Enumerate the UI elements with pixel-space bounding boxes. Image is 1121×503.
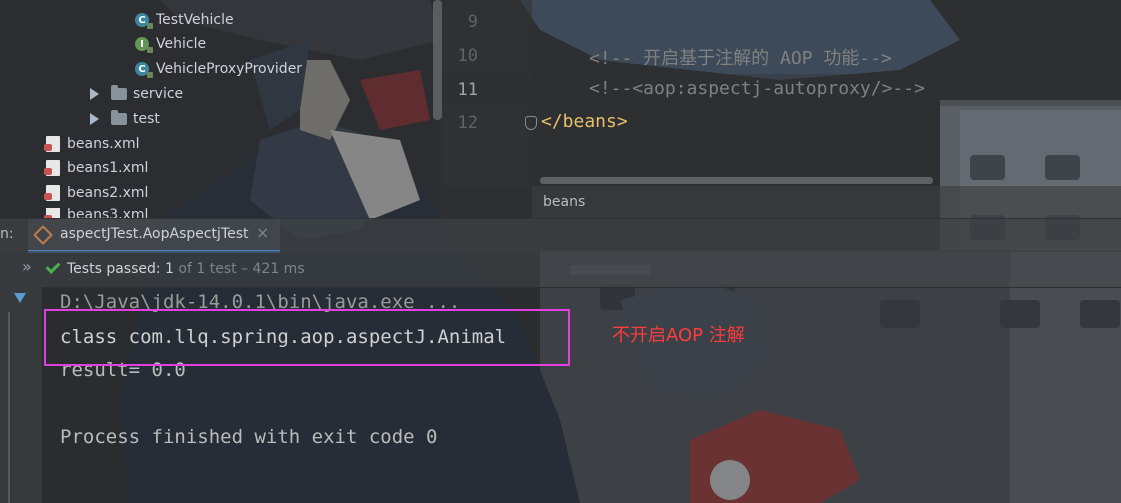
folder-icon — [111, 110, 127, 125]
test-tree-gutter — [0, 287, 42, 503]
code-line-comment[interactable]: <!-- 开启基于注解的 AOP 功能--> — [589, 44, 892, 70]
tree-item-beans1-xml[interactable]: beans1.xml — [44, 157, 149, 179]
run-label: n: — [0, 226, 14, 242]
tree-item-label: beans2.xml — [67, 185, 149, 201]
xml-file-icon — [44, 136, 60, 152]
tree-item-service[interactable]: service — [90, 83, 183, 105]
line-number: 9 — [467, 12, 478, 32]
gutter-divider — [8, 312, 10, 503]
tree-item-label: beans1.xml — [67, 160, 149, 176]
folder-icon — [111, 85, 127, 100]
run-config-icon — [33, 225, 53, 245]
tree-item-label: Vehicle — [156, 36, 207, 52]
close-icon[interactable]: × — [256, 223, 269, 242]
xml-file-icon — [44, 160, 60, 176]
status-total: of 1 test – 421 ms — [173, 260, 305, 277]
tree-item-vehicleproxyprovider[interactable]: C VehicleProxyProvider — [135, 58, 302, 80]
breadcrumb[interactable]: beans — [543, 194, 585, 210]
fold-marker-icon[interactable] — [525, 116, 537, 130]
highlight-box — [44, 309, 570, 366]
tree-item-label: VehicleProxyProvider — [156, 61, 303, 77]
expand-arrow-icon[interactable] — [90, 88, 99, 100]
tree-item-vehicle[interactable]: I Vehicle — [135, 33, 206, 55]
xml-file-icon — [44, 185, 60, 201]
class-icon: C — [135, 13, 153, 29]
console-line-exit[interactable]: Process finished with exit code 0 — [60, 426, 438, 448]
tree-item-label: TestVehicle — [156, 12, 234, 28]
tree-item-label: service — [133, 86, 184, 102]
line-number-current: 11 — [457, 80, 478, 100]
collapse-arrow-icon[interactable] — [14, 293, 26, 303]
tree-item-label: beans.xml — [67, 136, 140, 152]
expand-arrow-icon[interactable] — [90, 113, 99, 125]
tree-item-beans3-xml[interactable]: beans3.xml — [44, 208, 149, 218]
tree-item-beans-xml[interactable]: beans.xml — [44, 133, 140, 155]
code-line-closing-tag[interactable]: </beans> — [541, 111, 628, 132]
editor-horizontal-scrollbar[interactable] — [540, 177, 933, 184]
tree-item-beans2-xml[interactable]: beans2.xml — [44, 182, 149, 204]
annotation-text: 不开启AOP 注解 — [612, 325, 745, 346]
tree-item-testvehicle[interactable]: C TestVehicle — [135, 9, 234, 31]
code-line-comment[interactable]: <!--<aop:aspectj-autoproxy/>--> — [589, 78, 925, 99]
interface-icon: I — [135, 37, 153, 53]
check-icon — [45, 259, 61, 274]
status-passed-count: 1 — [165, 260, 174, 277]
expand-icon[interactable]: » — [22, 257, 32, 276]
status-passed-label: Tests passed: — [67, 260, 166, 277]
line-number: 10 — [457, 46, 478, 66]
tree-item-label: beans3.xml — [67, 208, 149, 218]
xml-file-icon — [44, 208, 60, 218]
tree-item-test[interactable]: test — [90, 108, 160, 130]
class-icon: C — [135, 62, 153, 78]
line-number: 12 — [457, 113, 478, 133]
tab-label: aspectJTest.AopAspectjTest — [60, 226, 249, 242]
breadcrumb-bar — [532, 186, 1121, 218]
tree-clip: beans3.xml — [0, 208, 440, 218]
status-row: Tests passed: 1 of 1 test – 421 ms — [45, 259, 305, 277]
tree-item-label: test — [133, 111, 160, 127]
tab-aopaspectjtest[interactable]: aspectJTest.AopAspectjTest × — [28, 219, 280, 253]
